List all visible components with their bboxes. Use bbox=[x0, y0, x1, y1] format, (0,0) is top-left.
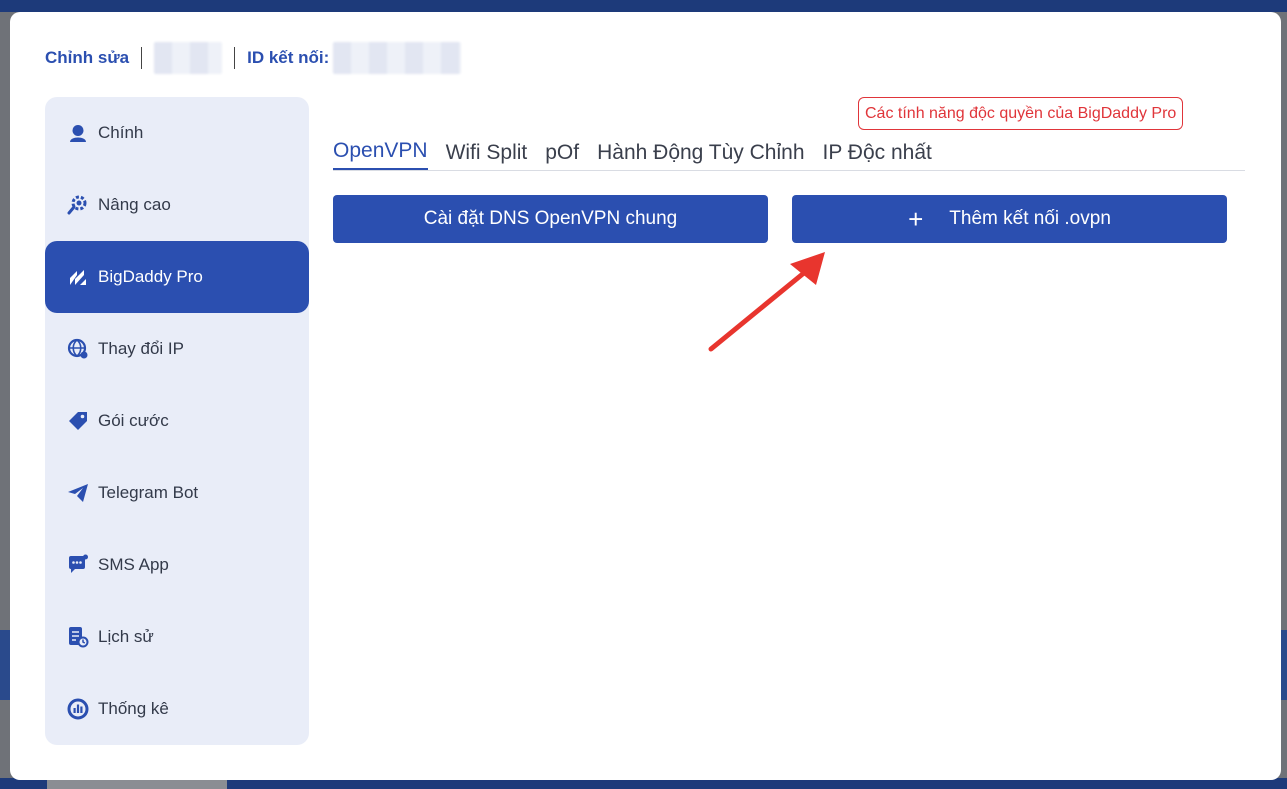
tab-unique-ip[interactable]: IP Độc nhất bbox=[823, 141, 932, 170]
modal-header: Chỉnh sửa ID kết nối: bbox=[45, 42, 462, 74]
sidebar-item-history[interactable]: Lịch sử bbox=[45, 601, 309, 673]
plus-icon: + bbox=[908, 204, 924, 234]
sidebar-item-label: Chính bbox=[98, 123, 144, 142]
bigdaddy-logo-icon bbox=[67, 266, 89, 288]
tab-wifi-split[interactable]: Wifi Split bbox=[446, 141, 528, 170]
backdrop-top-bar bbox=[0, 0, 1287, 12]
sidebar-item-change-ip[interactable]: Thay đổi IP bbox=[45, 313, 309, 385]
telegram-icon bbox=[67, 482, 89, 504]
sidebar-item-label: Gói cước bbox=[98, 411, 169, 430]
sidebar-item-label: Telegram Bot bbox=[98, 483, 199, 502]
feature-tabs: OpenVPN Wifi Split pOf Hành Động Tùy Chỉ… bbox=[333, 137, 1245, 171]
globe-icon bbox=[67, 338, 89, 360]
sidebar-item-label: Lịch sử bbox=[98, 627, 154, 646]
bigdaddy-pro-exclusive-badge: Các tính năng độc quyền của BigDaddy Pro bbox=[858, 97, 1184, 130]
stats-icon bbox=[67, 698, 89, 720]
redacted-connection-name bbox=[154, 42, 223, 74]
add-ovpn-connection-label: Thêm kết nối .ovpn bbox=[949, 208, 1111, 229]
openvpn-dns-settings-label: Cài đặt DNS OpenVPN chung bbox=[423, 208, 678, 229]
tab-custom-actions[interactable]: Hành Động Tùy Chỉnh bbox=[597, 141, 804, 170]
header-divider bbox=[141, 47, 143, 69]
openvpn-dns-settings-button[interactable]: Cài đặt DNS OpenVPN chung bbox=[333, 195, 768, 243]
sidebar-item-advanced[interactable]: Nâng cao bbox=[45, 169, 309, 241]
edit-connection-modal: Chỉnh sửa ID kết nối: Chính Nâng cao Big… bbox=[10, 12, 1281, 780]
history-icon bbox=[67, 626, 89, 648]
edit-label: Chỉnh sửa bbox=[45, 48, 130, 67]
sidebar-item-statistics[interactable]: Thống kê bbox=[45, 673, 309, 745]
settings-sidebar: Chính Nâng cao BigDaddy Pro Thay đổi IP … bbox=[45, 97, 309, 745]
gear-search-icon bbox=[67, 194, 89, 216]
backdrop-left-strip bbox=[0, 630, 10, 700]
redacted-connection-id bbox=[333, 42, 462, 74]
sidebar-item-label: Thống kê bbox=[98, 699, 169, 718]
header-divider bbox=[234, 47, 236, 69]
sidebar-item-label: SMS App bbox=[98, 555, 169, 574]
sidebar-item-sms-app[interactable]: SMS App bbox=[45, 529, 309, 601]
add-ovpn-connection-button[interactable]: + Thêm kết nối .ovpn bbox=[792, 195, 1227, 243]
user-icon bbox=[67, 122, 89, 144]
sidebar-item-label: Thay đổi IP bbox=[98, 339, 184, 358]
sidebar-item-plans[interactable]: Gói cước bbox=[45, 385, 309, 457]
sidebar-item-main[interactable]: Chính bbox=[45, 97, 309, 169]
tab-pof[interactable]: pOf bbox=[545, 141, 579, 170]
chat-icon bbox=[67, 554, 89, 576]
tab-openvpn[interactable]: OpenVPN bbox=[333, 139, 428, 170]
sidebar-item-bigdaddy-pro[interactable]: BigDaddy Pro bbox=[45, 241, 309, 313]
connection-id-label: ID kết nối: bbox=[247, 48, 330, 67]
sidebar-item-label: Nâng cao bbox=[98, 195, 171, 214]
sidebar-item-telegram-bot[interactable]: Telegram Bot bbox=[45, 457, 309, 529]
tag-icon bbox=[67, 410, 89, 432]
sidebar-item-label: BigDaddy Pro bbox=[98, 267, 203, 286]
